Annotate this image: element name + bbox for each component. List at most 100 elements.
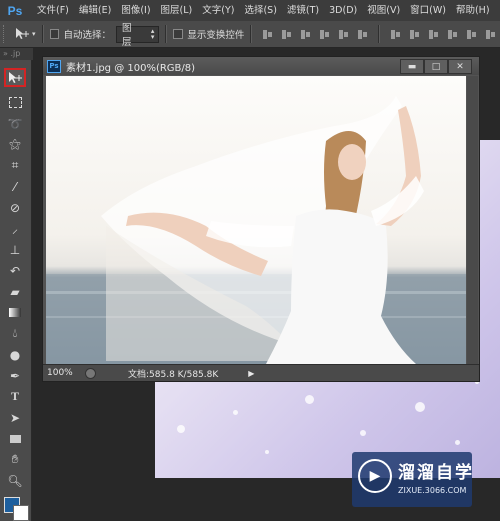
sparkle — [233, 410, 238, 415]
type-icon: T — [10, 389, 19, 403]
tools-panel: ➰ ⚝ ⌗ ⁄ ⊘ ⸝ ⊥ ↶ ▰ 💧︎ ● ✒︎ T ➤ ✋︎ 🔍︎ — [0, 60, 32, 521]
align-vcenter-icon[interactable] — [281, 29, 292, 40]
crop-icon: ⌗ — [11, 158, 19, 172]
menu-edit[interactable]: 编辑(E) — [74, 0, 116, 21]
status-icon[interactable] — [85, 367, 96, 379]
bandage-icon: ⊘ — [9, 200, 21, 215]
quick-select-tool-button[interactable]: ⚝ — [4, 135, 26, 154]
zoom-tool-button[interactable]: 🔍︎ — [4, 471, 26, 490]
menu-type[interactable]: 文字(Y) — [197, 0, 239, 21]
marquee-icon — [8, 97, 22, 108]
menu-view[interactable]: 视图(V) — [362, 0, 405, 21]
separator — [378, 25, 381, 43]
shape-tool-button[interactable] — [4, 429, 26, 448]
ps-document-icon: Ps — [47, 59, 61, 73]
align-hcenter-icon[interactable] — [338, 29, 349, 40]
auto-select-checkbox[interactable] — [49, 29, 60, 39]
document-size: 文档:585.8 K/585.8K — [128, 369, 219, 380]
background-color-swatch[interactable] — [13, 505, 29, 521]
eyedropper-tool-button[interactable]: ⁄ — [4, 177, 26, 196]
vertical-scrollbar[interactable] — [467, 76, 478, 364]
zoom-level-field[interactable]: 100% — [43, 368, 83, 378]
options-bar: ▾ 自动选择： 图层 ▴ ▾ 显示变换控件 — [0, 21, 500, 48]
menu-filter[interactable]: 滤镜(T) — [282, 0, 324, 21]
stamp-icon: ⊥ — [9, 242, 21, 257]
maximize-button[interactable]: □ — [424, 59, 448, 74]
pen-icon: ✒︎ — [9, 368, 21, 383]
eraser-icon: ▰ — [10, 284, 20, 299]
menu-window[interactable]: 窗口(W) — [405, 0, 451, 21]
close-icon: ✕ — [456, 61, 464, 72]
minimize-icon: ▬ — [407, 61, 417, 72]
menu-file[interactable]: 文件(F) — [32, 0, 74, 21]
align-bottom-icon[interactable] — [300, 29, 311, 40]
auto-select-value: 图层 — [121, 23, 132, 48]
menu-help[interactable]: 帮助(H) — [451, 0, 495, 21]
align-left-icon[interactable] — [319, 29, 330, 40]
options-grip[interactable] — [3, 25, 8, 43]
separator — [250, 25, 253, 43]
auto-select-dropdown[interactable]: 图层 ▴ ▾ — [115, 23, 160, 48]
history-brush-tool-button[interactable]: ↶ — [4, 261, 26, 280]
pen-tool-button[interactable]: ✒︎ — [4, 366, 26, 385]
sparkle — [265, 450, 269, 454]
close-button[interactable]: ✕ — [448, 59, 472, 74]
blur-tool-button[interactable]: 💧︎ — [4, 324, 26, 343]
tool-preset-picker[interactable]: ▾ — [14, 27, 36, 41]
eyedropper-icon: ⁄ — [13, 179, 16, 194]
hand-icon: ✋︎ — [11, 452, 19, 466]
align-right-icon[interactable] — [357, 29, 368, 40]
distribute-vcenter-icon[interactable] — [409, 29, 420, 40]
gradient-tool-button[interactable] — [4, 303, 26, 322]
document-titlebar[interactable]: Ps 素材1.jpg @ 100%(RGB/8) ▬ □ ✕ — [43, 57, 479, 75]
separator — [41, 25, 44, 43]
menu-layer[interactable]: 图层(L) — [156, 0, 198, 21]
healing-brush-tool-button[interactable]: ⊘ — [4, 198, 26, 217]
path-select-icon: ➤ — [9, 410, 21, 425]
marquee-tool-button[interactable] — [4, 93, 26, 112]
sparkle — [177, 425, 185, 433]
crop-tool-button[interactable]: ⌗ — [4, 156, 26, 175]
path-select-tool-button[interactable]: ➤ — [4, 408, 26, 427]
lasso-tool-button[interactable]: ➰ — [4, 114, 26, 133]
distribute-bottom-icon[interactable] — [428, 29, 439, 40]
dropdown-arrows-icon: ▴ ▾ — [150, 27, 155, 41]
menu-3d[interactable]: 3D(D) — [324, 0, 362, 21]
blur-drop-icon: 💧︎ — [12, 326, 18, 340]
play-logo-icon: ▶ — [358, 459, 392, 493]
show-transform-label: 显示变换控件 — [187, 30, 245, 41]
sparkle — [415, 402, 425, 412]
distribute-hcenter-icon[interactable] — [466, 29, 477, 40]
document-title: 素材1.jpg @ 100%(RGB/8) — [66, 62, 196, 74]
maximize-icon: □ — [431, 61, 441, 72]
dodge-tool-button[interactable]: ● — [4, 345, 26, 364]
sparkle — [305, 395, 314, 404]
eraser-tool-button[interactable]: ▰ — [4, 282, 26, 301]
auto-select-label: 自动选择： — [63, 30, 111, 41]
status-menu-arrow-icon[interactable]: ▶ — [248, 369, 254, 378]
menu-select[interactable]: 选择(S) — [239, 0, 281, 21]
panel-tab-strip[interactable]: » .jp — [0, 48, 33, 60]
brush-tool-button[interactable]: ⸝ — [4, 219, 26, 238]
menu-bar: Ps 文件(F) 编辑(E) 图像(I) 图层(L) 文字(Y) 选择(S) 滤… — [0, 0, 500, 22]
menu-image[interactable]: 图像(I) — [116, 0, 155, 21]
minimize-button[interactable]: ▬ — [400, 59, 424, 74]
hand-tool-button[interactable]: ✋︎ — [4, 450, 26, 469]
move-tool-button[interactable] — [4, 68, 26, 87]
lasso-icon: ➰ — [7, 116, 23, 131]
distribute-left-icon[interactable] — [447, 29, 458, 40]
clone-stamp-tool-button[interactable]: ⊥ — [4, 240, 26, 259]
move-tool-icon — [9, 71, 22, 83]
document-window[interactable]: Ps 素材1.jpg @ 100%(RGB/8) ▬ □ ✕ 100% 文档:5… — [42, 56, 480, 382]
document-image[interactable] — [46, 76, 466, 364]
watermark-logo: ▶ 溜溜自学 ZIXUE.3066.COM — [352, 452, 472, 507]
brush-icon: ⸝ — [11, 222, 18, 236]
type-tool-button[interactable]: T — [4, 387, 26, 406]
bride-photo — [46, 96, 466, 364]
distribute-top-icon[interactable] — [390, 29, 401, 40]
history-brush-icon: ↶ — [9, 263, 21, 278]
align-top-icon[interactable] — [262, 29, 273, 40]
show-transform-checkbox[interactable] — [173, 29, 184, 39]
document-status-bar: 100% 文档:585.8 K/585.8K ▶ — [43, 364, 479, 381]
distribute-right-icon[interactable] — [485, 29, 496, 40]
